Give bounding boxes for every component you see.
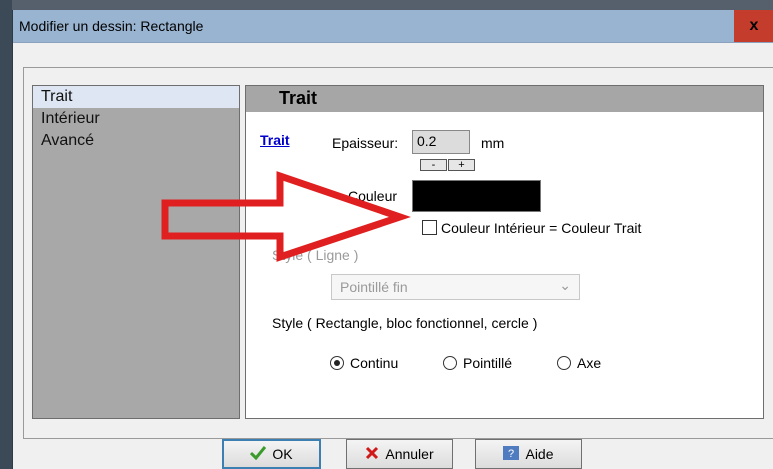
ok-button-label: OK [272,446,293,462]
nav-item-interieur[interactable]: Intérieur [33,108,239,130]
title-bar: Modifier un dessin: Rectangle x [13,10,773,43]
checkmark-icon [250,445,267,463]
radio-continu-label: Continu [350,355,399,371]
x-icon [365,446,379,463]
panel-title: Trait [279,88,318,108]
dialog-window: Modifier un dessin: Rectangle x Trait In… [12,10,773,469]
radio-pointille-label: Pointillé [463,355,513,371]
window-title: Modifier un dessin: Rectangle [19,18,204,34]
radio-pointille[interactable] [443,356,457,370]
thickness-unit: mm [481,135,505,151]
help-button[interactable]: ? Aide [475,439,582,469]
chevron-down-icon: ⌄ [559,277,571,293]
svg-text:?: ? [508,448,514,460]
radio-continu[interactable] [330,356,344,370]
help-button-label: Aide [525,446,554,462]
close-button[interactable]: x [734,10,773,42]
rect-style-label: Style ( Rectangle, bloc fonctionnel, cer… [272,315,538,331]
trait-section-link[interactable]: Trait [260,132,290,148]
nav-item-trait[interactable]: Trait [33,86,239,108]
category-list: Trait Intérieur Avancé [32,85,240,419]
nav-item-avance[interactable]: Avancé [33,130,239,152]
dialog-body: Trait Intérieur Avancé Trait Trait Epais… [13,43,773,469]
ok-button[interactable]: OK [222,439,321,469]
thickness-label: Epaisseur: [332,135,399,151]
interior-equals-line-checkbox[interactable] [422,220,437,235]
thickness-increment-button[interactable]: + [448,159,475,171]
radio-axe[interactable] [557,356,571,370]
checkbox-label: Couleur Intérieur = Couleur Trait [441,220,642,236]
radio-axe-label: Axe [577,355,602,371]
screen-frame-left [0,0,12,469]
panel-header: Trait [246,86,763,112]
line-style-value: Pointillé fin [340,279,408,295]
thickness-input[interactable]: 0.2 [412,130,470,154]
screen-frame-top [0,0,773,10]
color-swatch[interactable] [412,180,541,212]
cancel-button-label: Annuler [385,446,434,462]
thickness-decrement-button[interactable]: - [420,159,447,171]
color-label: Couleur [348,188,398,204]
line-style-label: Style ( Ligne ) [272,247,359,263]
cancel-button[interactable]: Annuler [346,439,453,469]
trait-panel: Trait Trait Epaisseur: 0.2 mm - + Couleu… [245,85,764,419]
line-style-select[interactable]: Pointillé fin ⌄ [331,274,580,300]
help-icon: ? [503,445,520,463]
